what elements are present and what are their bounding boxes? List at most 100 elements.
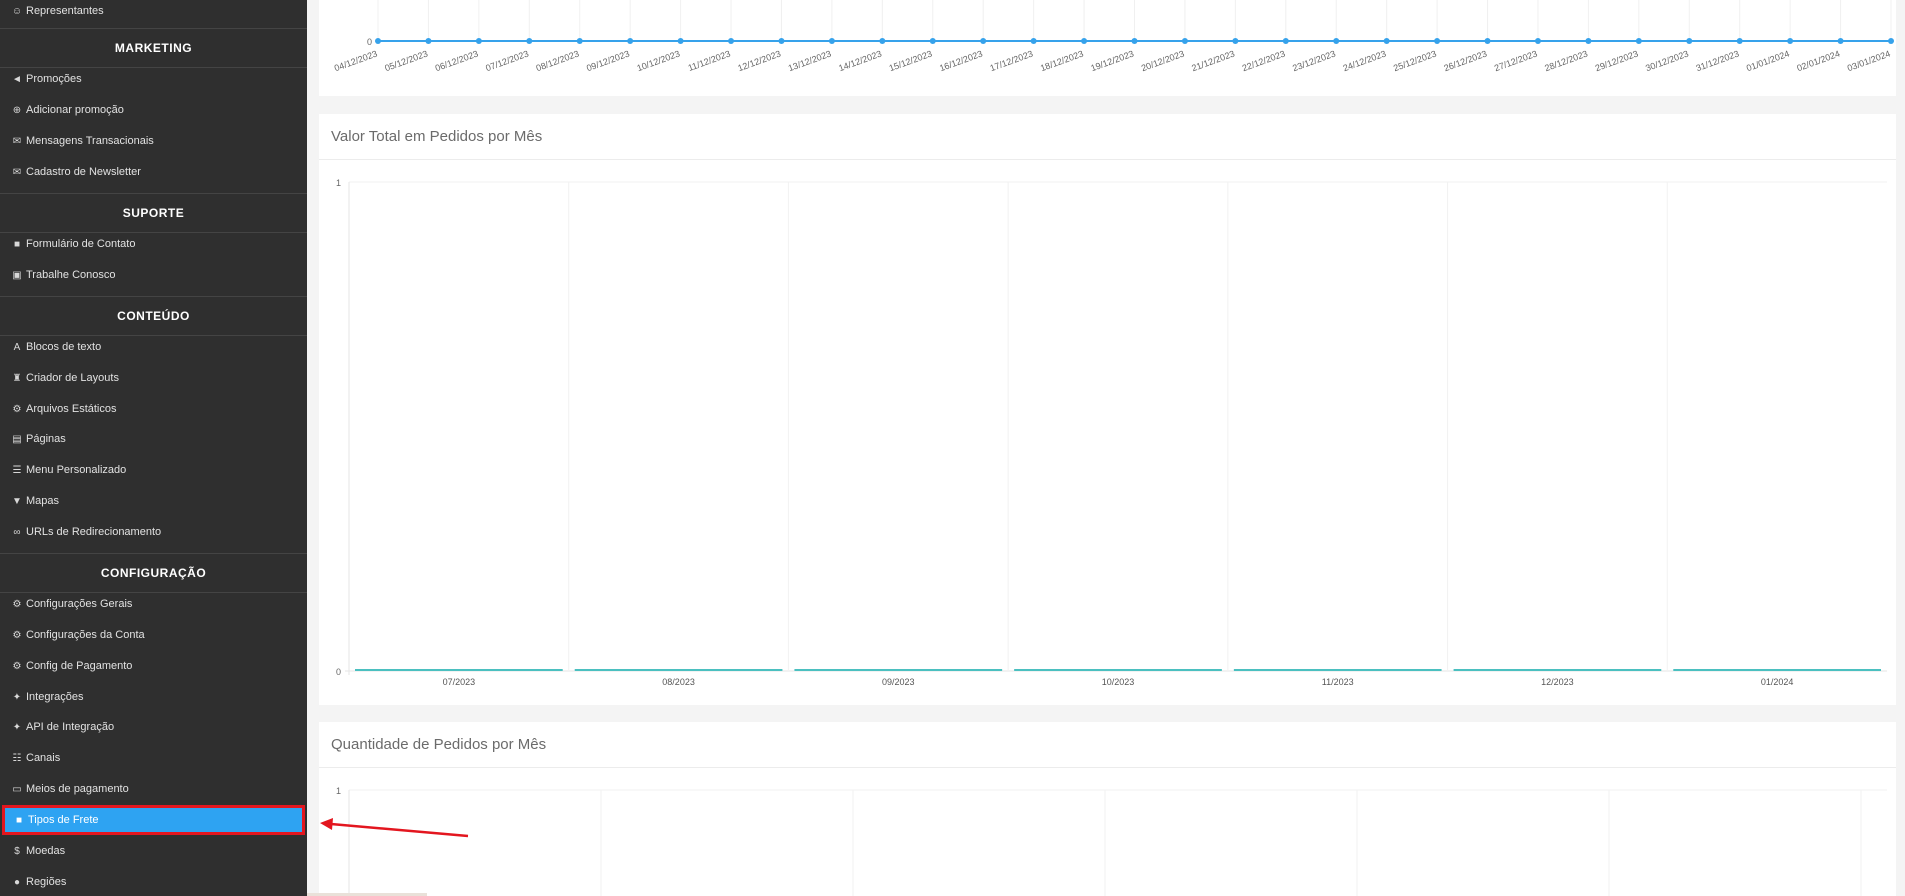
sidebar-item-configuracoes-da-conta[interactable]: ⚙ Configurações da Conta [0,620,307,650]
sidebar-item-config-de-pagamento[interactable]: ⚙ Config de Pagamento [0,651,307,681]
y-tick-label: 1 [336,786,341,796]
sidebar-item-menu-personalizado[interactable]: ☰ Menu Personalizado [0,455,307,485]
data-point [1333,38,1340,44]
data-point [1787,38,1794,44]
sidebar-item-adicionar-promocao[interactable]: ⊕ Adicionar promoção [0,95,307,125]
envelope-icon: ✉ [12,135,22,147]
sidebar-item-criador-de-layouts[interactable]: ♜ Criador de Layouts [0,363,307,393]
x-tick-label: 10/12/2023 [636,48,682,73]
x-tick-label: 21/12/2023 [1190,48,1236,73]
sidebar-item-api-de-integracao[interactable]: ✦ API de Integração [0,712,307,742]
sidebar-section-heading: MARKETING [0,28,307,68]
sidebar-item-regioes[interactable]: ● Regiões [0,867,307,896]
bar [1673,669,1881,671]
data-point [1232,38,1239,44]
monthly-qty-chart: 1 [336,786,1887,896]
sidebar-item-blocos-de-texto[interactable]: A Blocos de texto [0,332,307,362]
cog-icon: ⚙ [12,598,22,610]
sidebar-item-integracoes[interactable]: ✦ Integrações [0,682,307,712]
sidebar-item-cadastro-de-newsletter[interactable]: ✉ Cadastro de Newsletter [0,157,307,187]
cog-icon: ⚙ [12,403,22,415]
bar [1233,669,1442,671]
data-point [1585,38,1592,44]
x-tick-label: 23/12/2023 [1291,48,1337,73]
x-tick-label: 25/12/2023 [1392,48,1438,73]
sidebar-item-label: Cadastro de Newsletter [26,166,141,178]
sidebar-item-mensagens-transacionais[interactable]: ✉ Mensagens Transacionais [0,126,307,156]
x-tick-label: 11/2023 [1322,677,1354,687]
dollar-icon: $ [14,845,20,857]
x-tick-label: 01/01/2024 [1745,48,1791,73]
data-point [375,38,381,44]
data-point [728,38,735,44]
x-tick-label: 30/12/2023 [1644,48,1690,73]
x-tick-label: 13/12/2023 [787,48,833,73]
bar [574,669,783,671]
sidebar-item-label: Regiões [26,876,67,888]
data-point [1383,38,1390,44]
sidebar-item-arquivos-estaticos[interactable]: ⚙ Arquivos Estáticos [0,394,307,424]
sidebar-section-heading: SUPORTE [0,193,307,233]
list-icon: ☰ [12,464,22,476]
monthly-value-chart: 1 0 07/2023 08/2023 09/2023 10/2023 11/2023 12/… [336,178,1887,687]
monthly-qty-card: Quantidade de Pedidos por Mês 1 [319,722,1896,896]
x-tick-label: 09/12/2023 [585,48,631,73]
data-point [1434,38,1441,44]
x-tick-label: 08/12/2023 [535,48,581,73]
puzzle-icon: ✦ [12,691,22,703]
layout-icon: ♜ [12,372,22,384]
sidebar-item-configuracoes-gerais[interactable]: ⚙ Configurações Gerais [0,589,307,619]
cog-icon: ⚙ [12,629,22,641]
sidebar-item-urls-de-redirecionamento[interactable]: ∞ URLs de Redirecionamento [0,517,307,547]
x-tick-label: 08/2023 [662,677,695,687]
data-point [828,38,835,44]
data-point [778,38,785,44]
sidebar-item-promocoes[interactable]: ◄ Promoções [0,64,307,94]
data-point [425,38,432,44]
x-tick-label: 27/12/2023 [1493,48,1539,73]
font-icon: A [13,341,21,353]
sidebar-item-meios-de-pagamento[interactable]: ▭ Meios de pagamento [0,774,307,804]
sidebar-item-canais[interactable]: ☷ Canais [0,743,307,773]
daily-orders-card: 0 04/12/2023 05/12/2023 06/12/2023 07/12/202… [319,0,1896,96]
x-tick-label: 20/12/2023 [1140,48,1186,73]
sidebar-item-formulario-de-contato[interactable]: ■ Formulário de Contato [0,229,307,259]
x-tick-label: 18/12/2023 [1039,48,1085,73]
sidebar-item-label: Canais [26,752,61,764]
briefcase-icon: ▣ [12,269,22,281]
data-point [929,38,936,44]
sidebar-item-representantes[interactable]: ☺ Representantes [0,0,307,26]
x-tick-label: 04/12/2023 [333,48,379,73]
daily-orders-chart: 004/12/2023 05/12/2023 06/12/2023 07/12/202… [333,0,1894,73]
sidebar-item-moedas[interactable]: $ Moedas [0,836,307,866]
data-point [1736,38,1743,44]
user-circle-icon: ☺ [11,5,23,17]
sidebar-item-tipos-de-frete[interactable]: ■ Tipos de Frete [2,805,305,835]
data-point [1131,38,1138,44]
y-tick-label: 0 [367,37,372,47]
x-tick-label: 22/12/2023 [1241,48,1287,73]
comment-icon: ■ [13,238,21,250]
bar [355,669,563,671]
x-tick-label: 19/12/2023 [1089,48,1135,73]
main-content: 0 04/12/2023 05/12/2023 06/12/2023 07/12/202… [307,0,1905,896]
map-marker-icon: ▼ [12,495,22,507]
x-tick-label: 28/12/2023 [1543,48,1589,73]
sidebar-item-label: Integrações [26,691,84,703]
sidebar-item-mapas[interactable]: ▼ Mapas [0,486,307,516]
sidebar-item-paginas[interactable]: ▤ Páginas [0,424,307,454]
link-icon: ∞ [13,526,21,538]
sidebar-item-trabalhe-conosco[interactable]: ▣ Trabalhe Conosco [0,260,307,290]
envelope-icon: ✉ [12,166,22,178]
file-icon: ▤ [12,433,22,445]
x-tick-label: 05/12/2023 [383,48,429,73]
truck-icon: ■ [15,814,23,826]
sidebar-item-label: Meios de pagamento [26,783,129,795]
sidebar-item-label: Config de Pagamento [26,660,133,672]
data-point [1181,38,1188,44]
sitemap-icon: ☷ [12,752,22,764]
sidebar-item-label: URLs de Redirecionamento [26,526,162,538]
puzzle-icon: ✦ [12,721,22,733]
data-point [1030,38,1037,44]
sidebar-item-label: Criador de Layouts [26,372,119,384]
